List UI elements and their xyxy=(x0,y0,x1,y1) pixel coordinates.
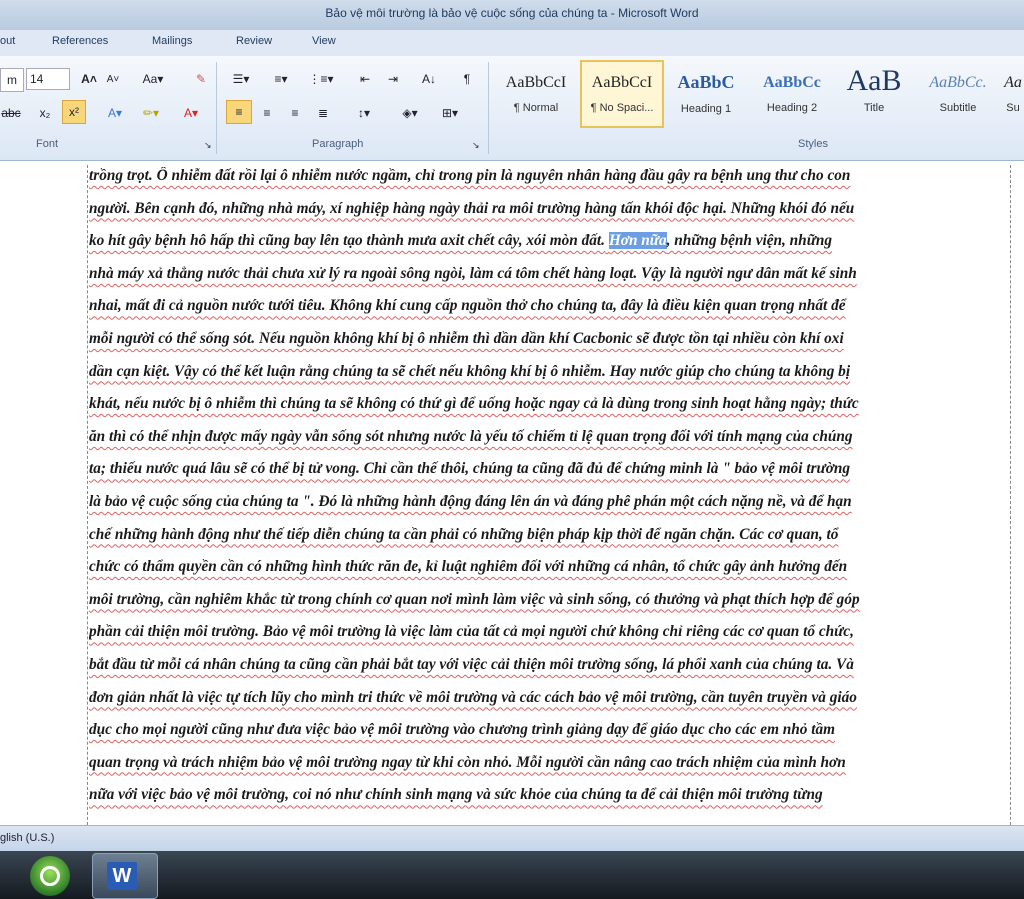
style-no-spacing[interactable]: AaBbCcI ¶ No Spaci... xyxy=(580,60,664,128)
language-indicator[interactable]: glish (U.S.) xyxy=(0,832,54,844)
separator xyxy=(488,62,489,154)
align-right-icon[interactable]: ≡ xyxy=(284,102,306,124)
text-line: ta; thiếu nước quá lâu sẽ có thể bị tử v… xyxy=(89,460,851,478)
align-center-icon[interactable]: ≡ xyxy=(256,102,278,124)
text-line: nhai, mất đi cả nguồn nước tưới tiêu. Kh… xyxy=(89,297,846,315)
text-line: nữa với việc bảo vệ môi trường, coi nó n… xyxy=(89,786,823,804)
tab-view[interactable]: View xyxy=(312,35,336,47)
text-line: khát, nếu nước bị ô nhiễm thì chúng ta s… xyxy=(89,395,859,413)
text-line: chức có thẩm quyền cần có những hình thứ… xyxy=(89,558,848,576)
paragraph-dialog-launcher-icon[interactable]: ↘ xyxy=(472,140,480,151)
text-line: đơn giản nhất là việc tự tích lũy cho mì… xyxy=(89,688,857,706)
tab-layout[interactable]: out xyxy=(0,35,15,47)
subscript-icon[interactable]: x₂ xyxy=(36,102,54,124)
style-heading-1[interactable]: AaBbC Heading 1 xyxy=(666,62,746,126)
borders-icon[interactable]: ⊞▾ xyxy=(436,102,464,124)
align-left-icon[interactable]: ≡ xyxy=(226,100,252,124)
justify-icon[interactable]: ≣ xyxy=(312,102,334,124)
text-line: người. Bên cạnh đó, những nhà máy, xí ng… xyxy=(89,199,855,217)
change-case-icon[interactable]: Aa▾ xyxy=(140,68,166,90)
numbering-icon[interactable]: ≡▾ xyxy=(268,68,294,90)
text-line: ăn thì có thể nhịn được mấy ngày vẫn sốn… xyxy=(89,427,853,445)
styles-group-label: Styles xyxy=(798,138,828,150)
increase-indent-icon[interactable]: ⇥ xyxy=(382,68,404,90)
text-line: dục cho mọi người cũng như đưa việc bảo … xyxy=(89,721,836,739)
strikethrough-icon[interactable]: abc xyxy=(0,102,22,124)
font-group-label: Font xyxy=(36,138,59,150)
start-button[interactable] xyxy=(30,856,70,896)
tab-mailings[interactable]: Mailings xyxy=(152,35,192,47)
selected-text[interactable]: Hơn nữa xyxy=(608,232,667,250)
paragraph-group-label: Paragraph xyxy=(312,138,364,150)
font-size-dropdown[interactable]: 14 xyxy=(26,68,70,90)
decrease-indent-icon[interactable]: ⇤ xyxy=(354,68,376,90)
superscript-icon[interactable]: x² xyxy=(62,100,86,124)
taskbar-word-button[interactable]: W xyxy=(92,853,158,899)
document-area[interactable]: trồng trọt. Ô nhiễm đất rồi lại ô nhiễm … xyxy=(0,161,1024,825)
text-line: dần cạn kiệt. Vậy có thể kết luận rằng c… xyxy=(89,362,851,380)
style-subtle-emphasis[interactable]: Aa Su xyxy=(1002,62,1024,126)
clear-formatting-icon[interactable]: ✎ xyxy=(190,68,212,90)
ribbon-tabs: out References Mailings Review View xyxy=(0,30,1024,57)
font-color-icon[interactable]: A▾ xyxy=(178,102,204,124)
shading-icon[interactable]: ◈▾ xyxy=(396,102,424,124)
style-title[interactable]: AaB Title xyxy=(834,62,914,126)
text-line: môi trường, cần nghiêm khắc từ trong chí… xyxy=(89,590,860,608)
style-heading-2[interactable]: AaBbCc Heading 2 xyxy=(752,62,832,126)
sort-icon[interactable]: A↓ xyxy=(418,68,440,90)
start-orb-icon xyxy=(40,866,60,886)
separator xyxy=(216,62,217,154)
text-line: quan trọng và trách nhiệm bảo vệ môi trư… xyxy=(89,753,846,771)
line-spacing-icon[interactable]: ↕▾ xyxy=(350,102,378,124)
text-line: mỗi người có thể sống sót. Nếu nguồn khô… xyxy=(89,329,844,347)
multilevel-list-icon[interactable]: ⋮≡▾ xyxy=(306,68,336,90)
show-hide-icon[interactable]: ¶ xyxy=(456,68,478,90)
text-line: nhà máy xả thẳng nước thải chưa xử lý ra… xyxy=(89,264,857,282)
window-title: Bảo vệ môi trường là bảo vệ cuộc sống củ… xyxy=(325,6,699,20)
ribbon: m 14 A˄ A˅ Aa▾ ✎ abc x₂ x² A▾ ✏▾ A▾ Font… xyxy=(0,56,1024,161)
shrink-font-icon[interactable]: A˅ xyxy=(104,68,122,90)
text-line: là bảo vệ cuộc sống của chúng ta ". Đó l… xyxy=(89,492,852,510)
font-dialog-launcher-icon[interactable]: ↘ xyxy=(204,140,212,151)
text-line: bắt đầu từ mỗi cá nhân chúng ta cũng cần… xyxy=(89,655,854,673)
text-effects-icon[interactable]: A▾ xyxy=(104,102,126,124)
font-name-dropdown[interactable]: m xyxy=(0,68,24,92)
grow-font-icon[interactable]: A˄ xyxy=(80,68,98,90)
document-text[interactable]: trồng trọt. Ô nhiễm đất rồi lại ô nhiễm … xyxy=(89,167,1009,819)
highlight-color-icon[interactable]: ✏▾ xyxy=(138,102,164,124)
style-subtitle[interactable]: AaBbCc. Subtitle xyxy=(918,62,998,126)
word-icon: W xyxy=(107,862,137,890)
text-line: chế những hành động như thế tiếp diễn ch… xyxy=(89,525,839,543)
bullets-icon[interactable]: ☰▾ xyxy=(228,68,254,90)
status-bar: glish (U.S.) xyxy=(0,825,1024,852)
text-line: trồng trọt. Ô nhiễm đất rồi lại ô nhiễm … xyxy=(89,167,851,184)
title-bar: Bảo vệ môi trường là bảo vệ cuộc sống củ… xyxy=(0,0,1024,30)
style-normal[interactable]: AaBbCcI ¶ Normal xyxy=(496,62,576,126)
text-line: phần cải thiện môi trường. Bảo vệ môi tr… xyxy=(89,623,854,641)
tab-review[interactable]: Review xyxy=(236,35,272,47)
tab-references[interactable]: References xyxy=(52,35,108,47)
text-line: ko hít gây bệnh hô hấp thì cũng bay lên … xyxy=(89,232,833,250)
